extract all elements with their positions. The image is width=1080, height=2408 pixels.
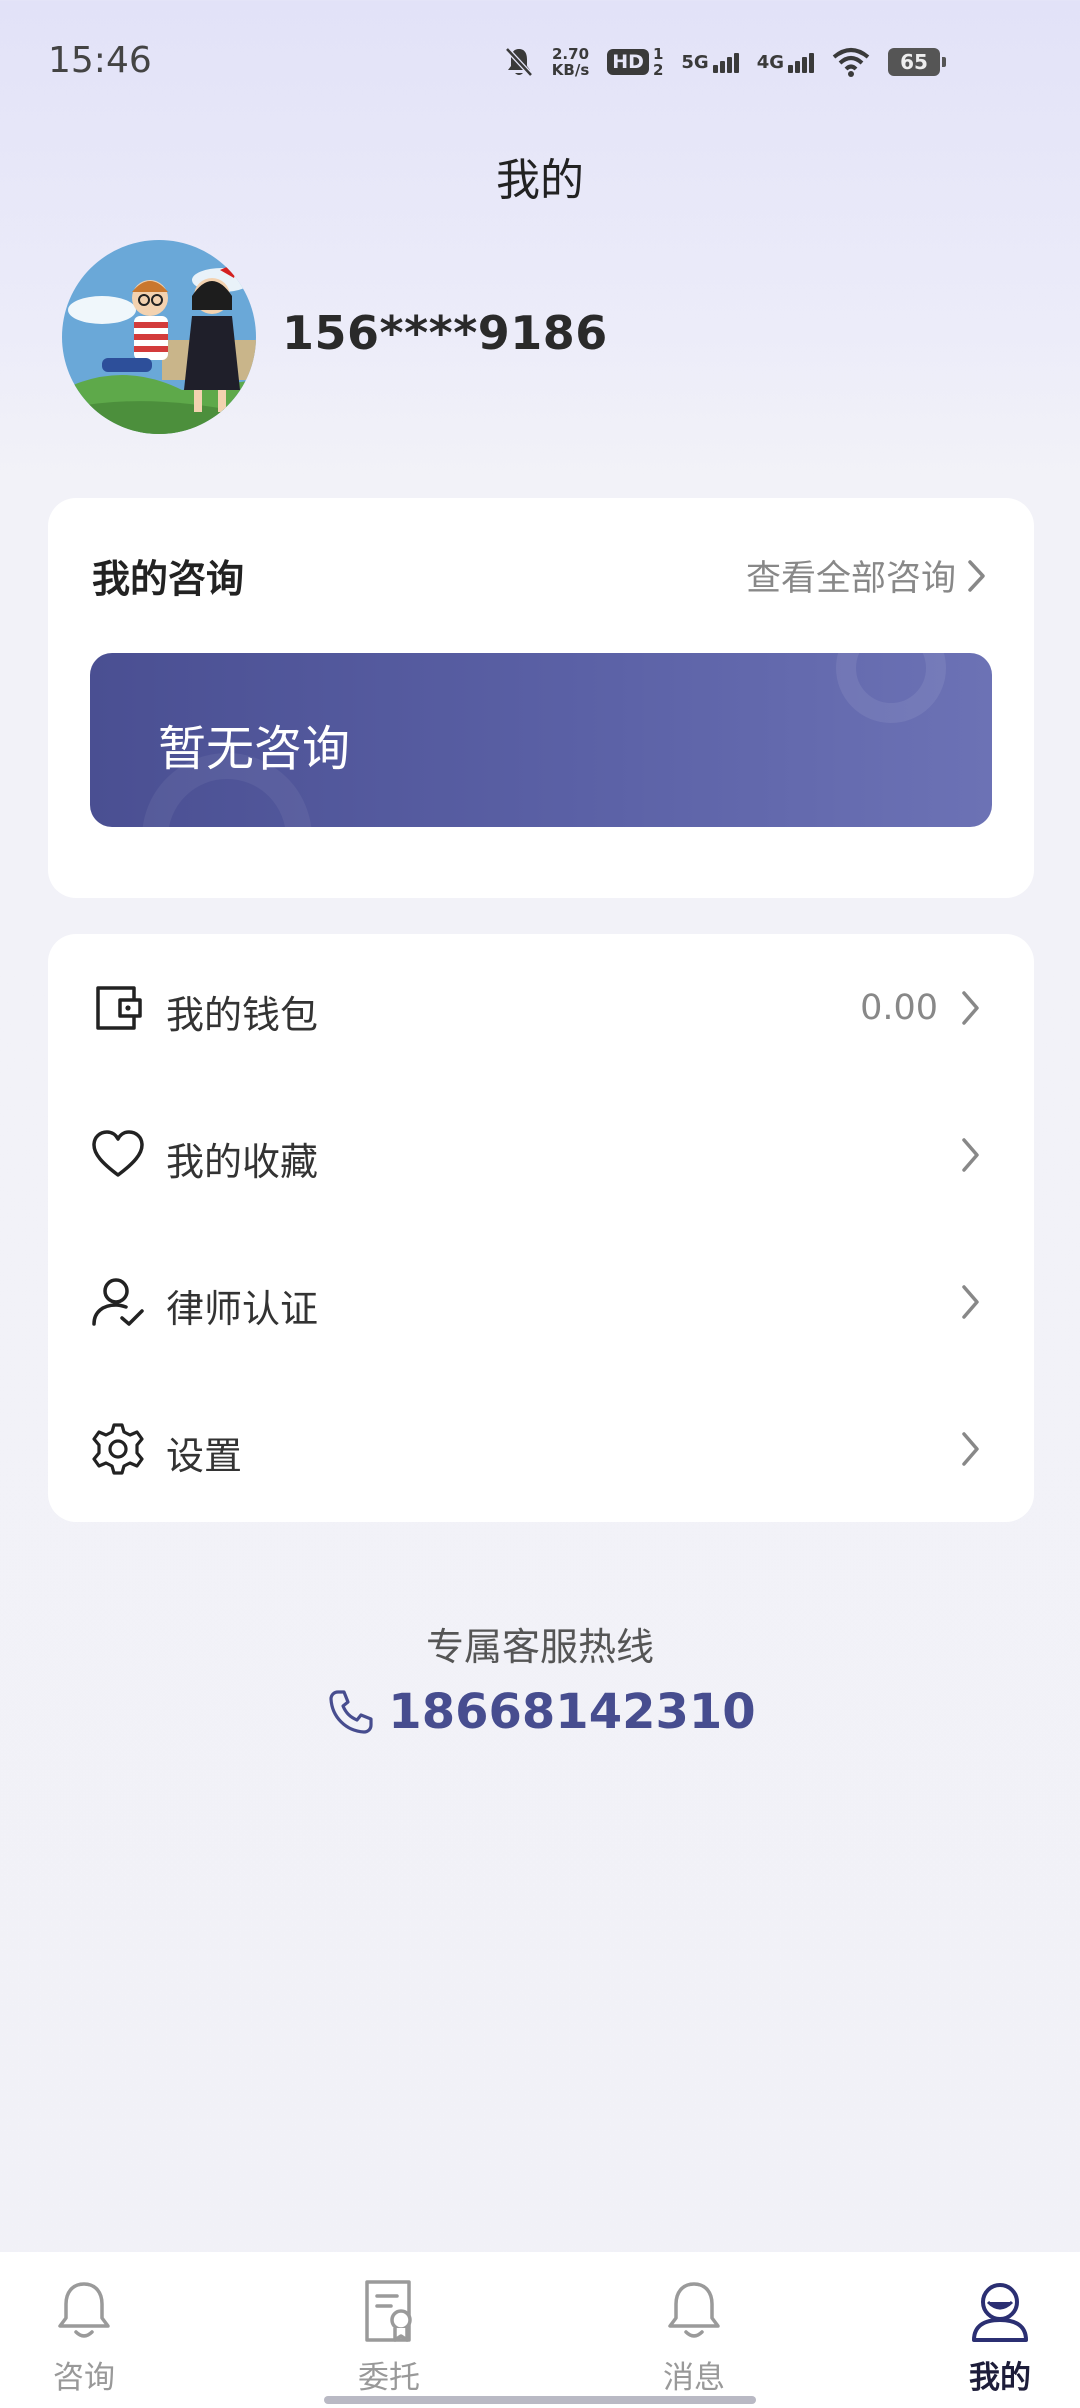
tab-label: 咨询: [53, 2360, 115, 2396]
tab-label: 委托: [358, 2360, 420, 2396]
hotline-row[interactable]: 18668142310: [0, 1684, 1080, 1740]
mute-bell-icon: [504, 47, 533, 77]
menu-card: 我的钱包 0.00 我的收藏 律师认证 设置: [48, 934, 1034, 1522]
empty-consult-text: 暂无咨询: [158, 721, 351, 777]
menu-label: 设置: [166, 1434, 243, 1478]
document-badge-icon: [365, 2280, 412, 2342]
menu-item-favorites[interactable]: 我的收藏: [48, 1081, 1034, 1228]
gear-icon: [92, 1423, 144, 1475]
bell-icon: [668, 2282, 720, 2338]
tab-messages[interactable]: 消息: [594, 2252, 794, 2408]
avatar[interactable]: [62, 240, 256, 434]
tab-label: 消息: [663, 2360, 725, 2396]
home-indicator[interactable]: [324, 2396, 756, 2404]
phone-icon: [329, 1690, 373, 1734]
username[interactable]: 156****9186: [282, 306, 608, 360]
chevron-right-icon: [962, 1138, 979, 1172]
tab-entrust[interactable]: 委托: [289, 2252, 489, 2408]
signal-icon-5g: 5G: [681, 52, 739, 73]
status-time: 15:46: [48, 40, 152, 81]
tab-mine[interactable]: 我的: [900, 2252, 1080, 2408]
consult-card: 我的咨询 查看全部咨询 暂无咨询: [48, 498, 1034, 898]
menu-label: 律师认证: [166, 1287, 319, 1331]
view-all-consult-link[interactable]: 查看全部咨询: [746, 550, 988, 601]
decor-ring: [836, 653, 946, 723]
status-bar: 15:46 2.70 KB/s HD 1 2 5G 4G 65: [0, 0, 1080, 130]
menu-label: 我的钱包: [166, 993, 319, 1037]
chevron-right-icon: [962, 991, 979, 1025]
bottom-tab-bar: 咨询 委托 消息 我的: [0, 2252, 1080, 2408]
battery-icon: 65: [888, 48, 946, 76]
menu-item-settings[interactable]: 设置: [48, 1375, 1034, 1522]
chevron-right-icon: [968, 559, 985, 592]
hd-icon: HD: [607, 49, 649, 75]
empty-consult-banner: 暂无咨询: [90, 653, 992, 827]
status-icons: 2.70 KB/s HD 1 2 5G 4G 65: [504, 42, 946, 82]
menu-item-wallet[interactable]: 我的钱包 0.00: [48, 934, 1034, 1081]
net-speed: 2.70 KB/s: [551, 45, 590, 79]
menu-label: 我的收藏: [166, 1140, 319, 1184]
bell-icon: [58, 2282, 110, 2338]
avatar-illustration: [62, 240, 256, 434]
wallet-balance: 0.00: [860, 988, 938, 1028]
consult-title: 我的咨询: [92, 557, 245, 601]
tab-label: 我的: [969, 2360, 1031, 2396]
user-check-icon: [92, 1278, 144, 1326]
person-icon: [972, 2283, 1028, 2342]
wifi-icon: [832, 48, 870, 77]
tab-consult[interactable]: 咨询: [0, 2252, 184, 2408]
hd-sub: 1 2: [652, 45, 664, 79]
wallet-icon: [96, 986, 142, 1030]
menu-item-lawyer-certification[interactable]: 律师认证: [48, 1228, 1034, 1375]
chevron-right-icon: [962, 1285, 979, 1319]
hotline-number[interactable]: 18668142310: [388, 1684, 755, 1740]
view-all-consult-label: 查看全部咨询: [745, 559, 956, 599]
heart-icon: [92, 1130, 144, 1177]
page-title: 我的: [496, 155, 584, 206]
hotline-label: 专属客服热线: [425, 1625, 654, 1669]
signal-icon-4g: 4G: [757, 52, 814, 73]
chevron-right-icon: [962, 1432, 979, 1466]
